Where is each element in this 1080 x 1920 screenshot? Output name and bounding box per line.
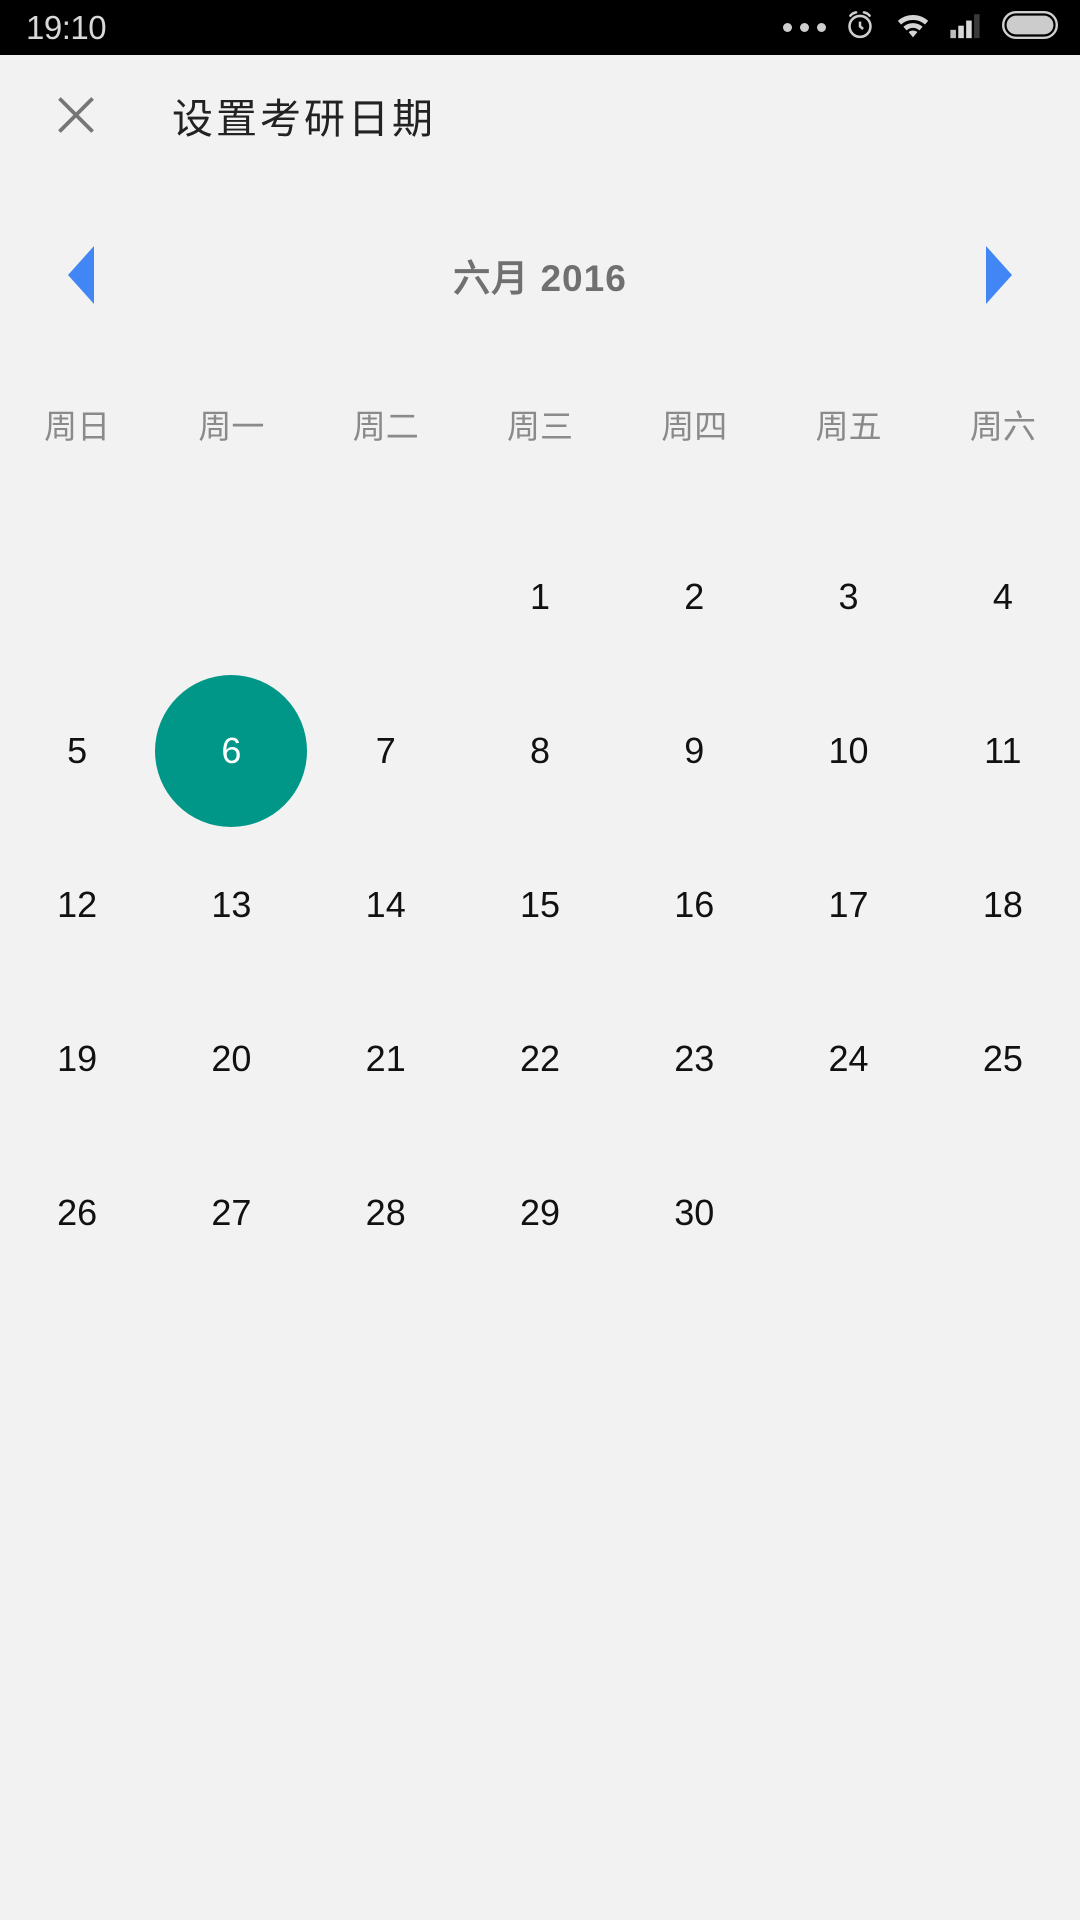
calendar-day[interactable]: 2: [617, 520, 771, 674]
weekday-wed: 周三: [506, 408, 573, 445]
month-navigation: 六月 2016: [0, 245, 1080, 305]
calendar-day[interactable]: 13: [154, 828, 308, 982]
calendar-cell[interactable]: 7: [309, 674, 463, 828]
calendar-cell[interactable]: 23: [617, 982, 771, 1136]
calendar-day-selected[interactable]: 6: [155, 675, 308, 827]
calendar-cell[interactable]: 10: [771, 674, 925, 828]
calendar-day[interactable]: 21: [309, 982, 463, 1136]
status-bar: 19:10: [0, 0, 1080, 55]
weekday-tue: 周二: [352, 408, 419, 445]
calendar-cell[interactable]: 25: [926, 982, 1080, 1136]
weekday-thu: 周四: [661, 408, 728, 445]
weekday-header-row: 周日 周一 周二 周三 周四 周五 周六: [0, 400, 1080, 448]
calendar-day[interactable]: 4: [926, 520, 1080, 674]
calendar-cell[interactable]: 9: [617, 674, 771, 828]
cellular-signal-icon: [949, 10, 985, 45]
app-header: 设置考研日期: [0, 55, 1080, 175]
calendar-day[interactable]: 18: [926, 828, 1080, 982]
next-month-button[interactable]: [973, 246, 1025, 304]
calendar-cell[interactable]: 29: [463, 1136, 617, 1290]
calendar-day[interactable]: 16: [617, 828, 771, 982]
calendar-day[interactable]: 30: [617, 1136, 771, 1290]
calendar-cell[interactable]: 13: [154, 828, 308, 982]
calendar-cell[interactable]: 30: [617, 1136, 771, 1290]
calendar-day[interactable]: 14: [309, 828, 463, 982]
calendar-cell[interactable]: 15: [463, 828, 617, 982]
wifi-icon: [894, 10, 932, 45]
calendar-day[interactable]: 11: [926, 674, 1080, 828]
calendar-cell[interactable]: 16: [617, 828, 771, 982]
calendar-cell-empty: [154, 520, 308, 674]
calendar-cell-empty: [309, 520, 463, 674]
calendar-cell[interactable]: 12: [0, 828, 154, 982]
weekday-fri: 周五: [815, 408, 882, 445]
chevron-right-icon: [986, 246, 1012, 304]
calendar-cell[interactable]: 5: [0, 674, 154, 828]
calendar-day-grid: 1 2 3 4 5 6 7 8 9 10 11 12 13 14 15 16 17 18 19 20 21 22 23 24 2…: [0, 520, 1080, 1290]
prev-month-button[interactable]: [55, 246, 107, 304]
chevron-left-icon: [68, 246, 94, 304]
calendar-day[interactable]: 25: [926, 982, 1080, 1136]
weekday-sat: 周六: [969, 408, 1036, 445]
alarm-clock-icon: [843, 8, 877, 47]
calendar-day[interactable]: 22: [463, 982, 617, 1136]
calendar-day[interactable]: 12: [0, 828, 154, 982]
calendar-cell[interactable]: 8: [463, 674, 617, 828]
calendar-cell[interactable]: 21: [309, 982, 463, 1136]
calendar-cell[interactable]: 20: [154, 982, 308, 1136]
month-year-label: 六月 2016: [453, 258, 627, 299]
calendar-cell[interactable]: 26: [0, 1136, 154, 1290]
battery-icon: [1002, 11, 1058, 44]
weekday-mon: 周一: [198, 408, 265, 445]
calendar-cell[interactable]: 3: [771, 520, 925, 674]
calendar-day[interactable]: 27: [154, 1136, 308, 1290]
weekday-sun: 周日: [44, 408, 111, 445]
calendar-cell-empty: [0, 520, 154, 674]
calendar-cell[interactable]: 11: [926, 674, 1080, 828]
close-icon: [58, 97, 94, 133]
calendar-day[interactable]: 10: [772, 674, 926, 828]
status-bar-icons: [783, 8, 1058, 47]
calendar-cell[interactable]: 2: [617, 520, 771, 674]
calendar-cell[interactable]: 4: [926, 520, 1080, 674]
calendar-cell[interactable]: 19: [0, 982, 154, 1136]
calendar-cell[interactable]: 28: [309, 1136, 463, 1290]
calendar-day[interactable]: 28: [309, 1136, 463, 1290]
calendar-day[interactable]: 23: [617, 982, 771, 1136]
calendar-cell[interactable]: 22: [463, 982, 617, 1136]
calendar-day[interactable]: 29: [463, 1136, 617, 1290]
calendar-day[interactable]: 24: [772, 982, 926, 1136]
calendar-cell[interactable]: 1: [463, 520, 617, 674]
page-title: 设置考研日期: [172, 96, 436, 142]
calendar-day[interactable]: 5: [0, 674, 154, 828]
calendar-screen: 19:10 设置考研日期 六月 2016 周日 周一 周二 周三 周四 周五 周…: [0, 0, 1080, 1920]
calendar-day[interactable]: 17: [772, 828, 926, 982]
calendar-day[interactable]: 8: [463, 674, 617, 828]
calendar-day[interactable]: 3: [772, 520, 926, 674]
calendar-day[interactable]: 26: [0, 1136, 154, 1290]
calendar-day[interactable]: 15: [463, 828, 617, 982]
calendar-cell[interactable]: 18: [926, 828, 1080, 982]
calendar-cell[interactable]: 14: [309, 828, 463, 982]
calendar-day[interactable]: 9: [617, 674, 771, 828]
status-bar-clock: 19:10: [26, 9, 107, 46]
calendar-cell[interactable]: 6: [154, 674, 308, 828]
calendar-cell[interactable]: 24: [771, 982, 925, 1136]
calendar-day[interactable]: 20: [154, 982, 308, 1136]
calendar-cell[interactable]: 27: [154, 1136, 308, 1290]
calendar-day[interactable]: 1: [463, 520, 617, 674]
calendar-day[interactable]: 7: [309, 674, 463, 828]
calendar-day[interactable]: 19: [0, 982, 154, 1136]
more-dots-icon: [783, 23, 826, 32]
close-button[interactable]: [48, 87, 104, 143]
calendar-cell[interactable]: 17: [771, 828, 925, 982]
